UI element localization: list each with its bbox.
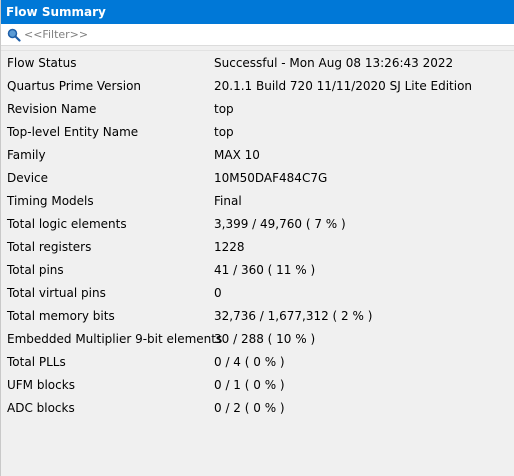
table-row[interactable]: Total virtual pins 0 [1,281,514,304]
table-row[interactable]: Revision Name top [1,97,514,120]
row-value: 0 / 2 ( 0 % ) [214,400,285,415]
table-row[interactable]: Top-level Entity Name top [1,120,514,143]
filter-input[interactable] [24,25,324,44]
row-value: Final [214,193,242,208]
row-value: 20.1.1 Build 720 11/11/2020 SJ Lite Edit… [214,78,473,93]
table-row[interactable]: Device 10M50DAF484C7G [1,166,514,189]
row-value: 0 / 4 ( 0 % ) [214,354,285,369]
row-key: Top-level Entity Name [7,124,139,139]
row-value: 1228 [214,239,245,254]
panel-title: Flow Summary [6,5,106,19]
table-row[interactable]: Quartus Prime Version 20.1.1 Build 720 1… [1,74,514,97]
row-value: 10M50DAF484C7G [214,170,328,185]
summary-table: Flow Status Successful - Mon Aug 08 13:2… [1,50,514,476]
table-row[interactable]: UFM blocks 0 / 1 ( 0 % ) [1,373,514,396]
row-key: Embedded Multiplier 9-bit elements [7,331,223,346]
row-key: Total virtual pins [7,285,106,300]
row-key: UFM blocks [7,377,75,392]
row-key: Flow Status [7,55,77,70]
row-value: 30 / 288 ( 10 % ) [214,331,316,346]
row-key: Total registers [7,239,92,254]
table-row[interactable]: Total logic elements 3,399 / 49,760 ( 7 … [1,212,514,235]
row-key: Total memory bits [7,308,115,323]
table-row[interactable]: Total registers 1228 [1,235,514,258]
table-row[interactable]: Embedded Multiplier 9-bit elements 30 / … [1,327,514,350]
panel-title-bar[interactable]: Flow Summary [1,0,514,24]
search-icon [7,28,21,42]
row-key: Timing Models [7,193,94,208]
row-value: 32,736 / 1,677,312 ( 2 % ) [214,308,373,323]
table-row[interactable]: Total pins 41 / 360 ( 11 % ) [1,258,514,281]
row-key: Family [7,147,46,162]
row-value: 0 [214,285,222,300]
row-value: 0 / 1 ( 0 % ) [214,377,285,392]
row-value: 3,399 / 49,760 ( 7 % ) [214,216,346,231]
row-key: Total pins [7,262,64,277]
row-value: top [214,101,234,116]
row-key: ADC blocks [7,400,75,415]
table-row[interactable]: Flow Status Successful - Mon Aug 08 13:2… [1,51,514,74]
row-key: Quartus Prime Version [7,78,142,93]
row-key: Revision Name [7,101,97,116]
row-key: Device [7,170,49,185]
table-row[interactable]: Timing Models Final [1,189,514,212]
row-key: Total PLLs [7,354,66,369]
table-row[interactable]: Total memory bits 32,736 / 1,677,312 ( 2… [1,304,514,327]
row-value: Successful - Mon Aug 08 13:26:43 2022 [214,55,454,70]
filter-bar [1,24,514,46]
row-value: top [214,124,234,139]
table-row[interactable]: Family MAX 10 [1,143,514,166]
table-row[interactable]: Total PLLs 0 / 4 ( 0 % ) [1,350,514,373]
row-key: Total logic elements [7,216,127,231]
row-value: 41 / 360 ( 11 % ) [214,262,316,277]
flow-summary-panel: Flow Summary Flow Status Successful - Mo… [0,0,514,476]
row-value: MAX 10 [214,147,260,162]
table-row[interactable]: ADC blocks 0 / 2 ( 0 % ) [1,396,514,419]
